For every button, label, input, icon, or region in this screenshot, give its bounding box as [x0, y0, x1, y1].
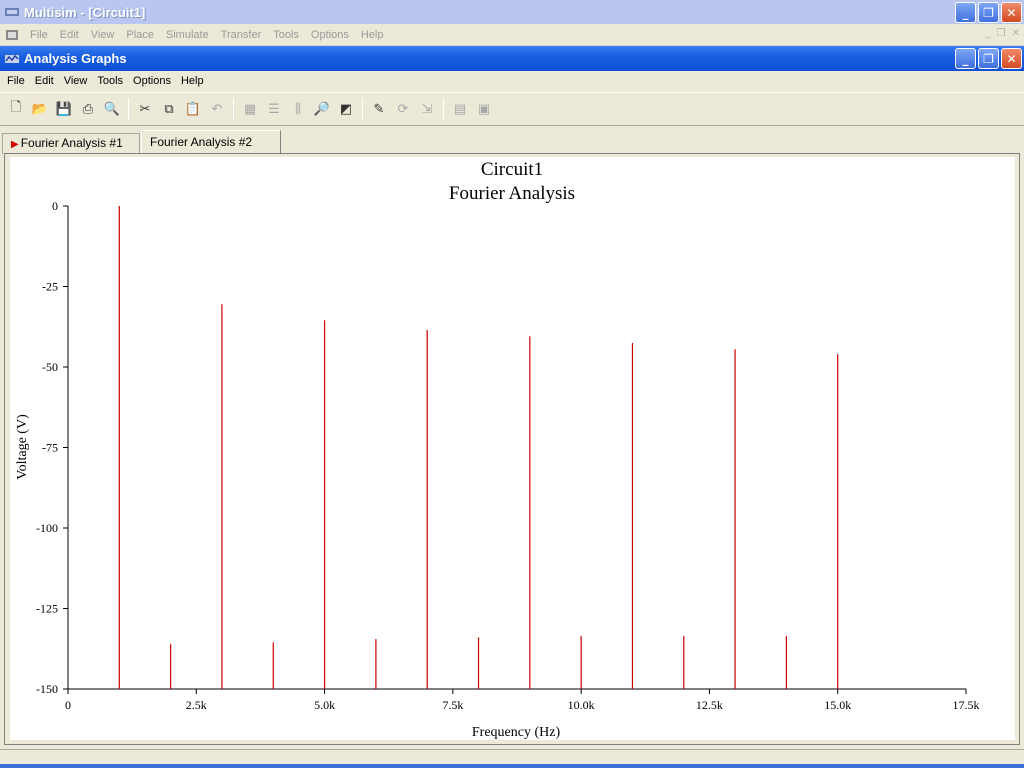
- chart-subtitle: Fourier Analysis: [449, 183, 575, 204]
- inner-minimize-button[interactable]: _: [955, 48, 976, 69]
- print-preview-icon[interactable]: 🔍: [101, 98, 123, 120]
- app-title-bar[interactable]: Multisim - [Circuit1] _ ❐ ✕: [0, 0, 1024, 24]
- overlay-icon[interactable]: ⟳: [392, 98, 414, 120]
- y-axis-label: Voltage (V): [15, 414, 30, 480]
- zoom-icon[interactable]: 🔎: [311, 98, 333, 120]
- document-icon[interactable]: [4, 28, 20, 42]
- y-tick-label: -25: [42, 280, 58, 294]
- y-tick-label: -125: [36, 602, 58, 616]
- analysis-menu-options[interactable]: Options: [128, 75, 176, 87]
- analysis-graphs-title: Analysis Graphs: [24, 51, 127, 66]
- chart-marks: [118, 206, 839, 689]
- tab-label: Fourier Analysis #1: [20, 136, 123, 150]
- analysis-menu-edit[interactable]: Edit: [30, 75, 59, 87]
- export-mathcad-icon[interactable]: ▣: [473, 98, 495, 120]
- menu-options[interactable]: Options: [305, 29, 355, 41]
- cursors-icon[interactable]: ⫼: [287, 98, 309, 120]
- mdi-window-controls: _ ❐ ✕: [985, 28, 1020, 39]
- y-tick-label: -100: [36, 521, 58, 535]
- cut-icon[interactable]: ✂: [134, 98, 156, 120]
- paste-icon[interactable]: 📋: [182, 98, 204, 120]
- x-axis-label: Frequency (Hz): [472, 725, 561, 740]
- menu-transfer[interactable]: Transfer: [215, 29, 268, 41]
- x-tick-label: 7.5k: [442, 698, 463, 712]
- active-trace-marker-icon: ▶: [11, 139, 19, 150]
- tab-label: Fourier Analysis #2: [150, 135, 253, 149]
- analysis-graphs-title-bar[interactable]: Analysis Graphs _ ❐ ✕: [0, 46, 1024, 71]
- app-title: Multisim - [Circuit1]: [24, 4, 146, 20]
- properties-icon[interactable]: ✎: [368, 98, 390, 120]
- taskbar-strip: [0, 764, 1024, 768]
- analysis-menu-tools[interactable]: Tools: [92, 75, 128, 87]
- multisim-logo-icon: [5, 8, 19, 16]
- analysis-toolbar: 🗋 📂 💾 ⎙ 🔍 ✂ ⧉ 📋 ↶ ▦ ☰ ⫼ 🔎 ◩ ✎ ⟳ ⇲ ▤ ▣: [0, 92, 1024, 126]
- mdi-close-button[interactable]: ✕: [1012, 28, 1020, 39]
- open-icon[interactable]: 📂: [29, 98, 51, 120]
- new-icon[interactable]: 🗋: [5, 98, 27, 120]
- menu-simulate[interactable]: Simulate: [160, 29, 215, 41]
- copy-icon[interactable]: ⧉: [158, 98, 180, 120]
- mdi-restore-button[interactable]: ❐: [997, 28, 1006, 39]
- x-tick-label: 5.0k: [314, 698, 335, 712]
- analysis-menu-help[interactable]: Help: [176, 75, 209, 87]
- restore-button[interactable]: ❐: [978, 2, 999, 23]
- select-trace-icon[interactable]: ⇲: [416, 98, 438, 120]
- menu-place[interactable]: Place: [120, 29, 160, 41]
- inner-window-controls: _ ❐ ✕: [955, 48, 1022, 69]
- toolbar-separator: [233, 98, 234, 120]
- minimize-button[interactable]: _: [955, 2, 976, 23]
- analysis-menu-bar: File Edit View Tools Options Help: [0, 71, 1024, 91]
- menu-file[interactable]: File: [24, 29, 54, 41]
- menu-edit[interactable]: Edit: [54, 29, 85, 41]
- graph-area[interactable]: Circuit1 Fourier Analysis Voltage (V) Fr…: [10, 157, 1015, 740]
- toolbar-separator: [128, 98, 129, 120]
- analysis-menu-view[interactable]: View: [59, 75, 93, 87]
- analysis-menu-file[interactable]: File: [2, 75, 30, 87]
- close-button[interactable]: ✕: [1001, 2, 1022, 23]
- export-excel-icon[interactable]: ▤: [449, 98, 471, 120]
- reverse-colors-icon[interactable]: ◩: [335, 98, 357, 120]
- y-tick-label: -75: [42, 441, 58, 455]
- tab-fourier-analysis-1[interactable]: ▶ Fourier Analysis #1: [2, 133, 140, 154]
- mdi-minimize-button[interactable]: _: [985, 28, 991, 39]
- undo-icon[interactable]: ↶: [206, 98, 228, 120]
- inner-close-button[interactable]: ✕: [1001, 48, 1022, 69]
- menu-tools[interactable]: Tools: [267, 29, 305, 41]
- grid-icon[interactable]: ▦: [239, 98, 261, 120]
- menu-view[interactable]: View: [85, 29, 121, 41]
- x-tick-label: 0: [65, 698, 71, 712]
- toolbar-separator: [362, 98, 363, 120]
- menu-help[interactable]: Help: [355, 29, 390, 41]
- legend-icon[interactable]: ☰: [263, 98, 285, 120]
- app-window-controls: _ ❐ ✕: [955, 2, 1022, 23]
- analysis-tabs: ▶ Fourier Analysis #1 Fourier Analysis #2: [0, 128, 1024, 154]
- toolbar-separator: [443, 98, 444, 120]
- print-icon[interactable]: ⎙: [77, 98, 99, 120]
- x-tick-label: 10.0k: [568, 698, 595, 712]
- tab-fourier-analysis-2[interactable]: Fourier Analysis #2: [141, 130, 281, 154]
- save-icon[interactable]: 💾: [53, 98, 75, 120]
- x-tick-label: 12.5k: [696, 698, 723, 712]
- x-tick-label: 15.0k: [824, 698, 851, 712]
- y-tick-label: 0: [52, 199, 58, 213]
- y-tick-label: -50: [42, 360, 58, 374]
- app-menu-bar: File Edit View Place Simulate Transfer T…: [0, 24, 1024, 46]
- x-tick-label: 2.5k: [186, 698, 207, 712]
- inner-restore-button[interactable]: ❐: [978, 48, 999, 69]
- analysis-graphs-icon: [5, 54, 19, 63]
- fourier-chart[interactable]: Circuit1 Fourier Analysis Voltage (V) Fr…: [10, 157, 1015, 740]
- chart-title: Circuit1: [481, 159, 543, 180]
- x-tick-label: 17.5k: [953, 698, 980, 712]
- y-tick-label: -150: [36, 682, 58, 696]
